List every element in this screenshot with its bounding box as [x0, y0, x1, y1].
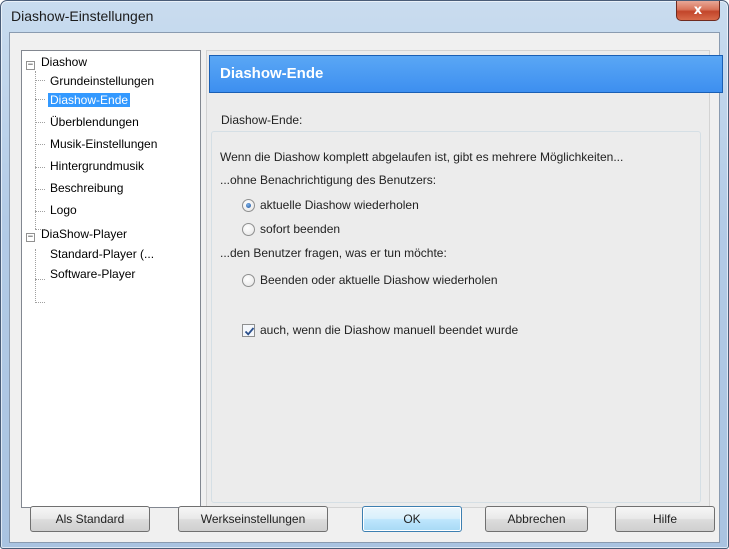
- section-label-silent: ...ohne Benachrichtigung des Benutzers:: [220, 173, 437, 187]
- dialog-window: Diashow-Einstellungen x − Diashow Grunde…: [0, 0, 729, 549]
- collapse-icon[interactable]: −: [26, 233, 35, 242]
- tree-item-label: Musik-Einstellungen: [50, 137, 158, 151]
- intro-text: Wenn die Diashow komplett abgelaufen ist…: [220, 150, 624, 164]
- default-settings-button[interactable]: Als Standard: [30, 506, 150, 532]
- tree-item-label: Grundeinstellungen: [50, 74, 155, 88]
- title-bar[interactable]: Diashow-Einstellungen x: [1, 1, 728, 31]
- settings-tree[interactable]: − Diashow Grundeinstellungen Diashow-End…: [21, 50, 201, 508]
- tree-item-software-player[interactable]: Software-Player: [48, 265, 137, 284]
- tree-item-hintergrundmusik[interactable]: Hintergrundmusik: [48, 157, 146, 176]
- radio-ask-user-label: Beenden oder aktuelle Diashow wiederhole…: [260, 273, 498, 287]
- help-button[interactable]: Hilfe: [615, 506, 715, 532]
- tree-connector: [35, 167, 45, 168]
- tree-item-label: Beschreibung: [50, 181, 124, 195]
- window-title: Diashow-Einstellungen: [11, 8, 154, 24]
- tree-item-beschreibung[interactable]: Beschreibung: [48, 179, 125, 198]
- tree-item-standard-player[interactable]: Standard-Player (...: [48, 245, 156, 264]
- cancel-button[interactable]: Abbrechen: [485, 506, 588, 532]
- checkbox-manual-end[interactable]: auch, wenn die Diashow manuell beendet w…: [242, 323, 518, 337]
- tree-connector: [35, 249, 36, 303]
- tree-item-ueberblendungen[interactable]: Überblendungen: [48, 113, 141, 132]
- radio-ask-user[interactable]: Beenden oder aktuelle Diashow wiederhole…: [242, 273, 498, 287]
- tree-connector: [35, 144, 45, 145]
- tree-item-label: Überblendungen: [50, 115, 139, 129]
- tree-item-label: Diashow-Ende: [48, 93, 131, 107]
- radio-end-now-label: sofort beenden: [260, 222, 341, 236]
- checkbox-manual-end-label: auch, wenn die Diashow manuell beendet w…: [260, 323, 519, 337]
- radio-end-now[interactable]: sofort beenden: [242, 222, 340, 236]
- tree-item-label: Logo: [50, 203, 77, 217]
- tree-connector: [35, 99, 45, 100]
- tree-item-diashow[interactable]: Diashow: [39, 53, 89, 72]
- tree-connector: [35, 279, 45, 280]
- tree-item-label: Hintergrundmusik: [50, 159, 145, 173]
- tree-item-label: Standard-Player (...: [50, 247, 155, 261]
- tree-item-musik-einstellungen[interactable]: Musik-Einstellungen: [48, 135, 159, 154]
- settings-panel: Diashow-Ende Diashow-Ende: Wenn die Dias…: [206, 50, 723, 508]
- radio-repeat-label: aktuelle Diashow wiederholen: [260, 198, 419, 212]
- page-title: Diashow-Ende: [209, 55, 723, 93]
- section-label-ask: ...den Benutzer fragen, was er tun möcht…: [220, 246, 447, 260]
- close-icon: x: [693, 3, 703, 18]
- tree-item-diashow-player[interactable]: DiaShow-Player: [39, 225, 129, 244]
- radio-unchecked-icon[interactable]: [242, 273, 255, 287]
- checkmark-icon: [244, 326, 255, 336]
- checkbox-checked-icon[interactable]: [242, 323, 255, 337]
- ok-button[interactable]: OK: [362, 506, 462, 532]
- tree-item-diashow-ende[interactable]: Diashow-Ende: [48, 91, 131, 110]
- radio-repeat[interactable]: aktuelle Diashow wiederholen: [242, 198, 419, 212]
- tree-item-grundeinstellungen[interactable]: Grundeinstellungen: [48, 72, 156, 91]
- tree-item-label: Diashow: [41, 55, 88, 69]
- tree-connector: [35, 189, 45, 190]
- factory-settings-button[interactable]: Werkseinstellungen: [178, 506, 328, 532]
- tree-connector: [35, 302, 45, 303]
- tree-connector: [35, 211, 45, 212]
- tree-connector: [35, 71, 36, 229]
- group-title: Diashow-Ende:: [219, 113, 305, 127]
- tree-item-label: DiaShow-Player: [41, 227, 128, 241]
- collapse-icon[interactable]: −: [26, 61, 35, 70]
- radio-unchecked-icon[interactable]: [242, 222, 255, 236]
- tree-item-label: Software-Player: [50, 267, 136, 281]
- tree-connector: [35, 122, 45, 123]
- dialog-client-area: − Diashow Grundeinstellungen Diashow-End…: [9, 32, 723, 543]
- radio-checked-icon[interactable]: [242, 198, 255, 212]
- tree-item-logo[interactable]: Logo: [48, 201, 79, 220]
- tree-connector: [35, 80, 45, 81]
- close-button[interactable]: x: [676, 1, 720, 21]
